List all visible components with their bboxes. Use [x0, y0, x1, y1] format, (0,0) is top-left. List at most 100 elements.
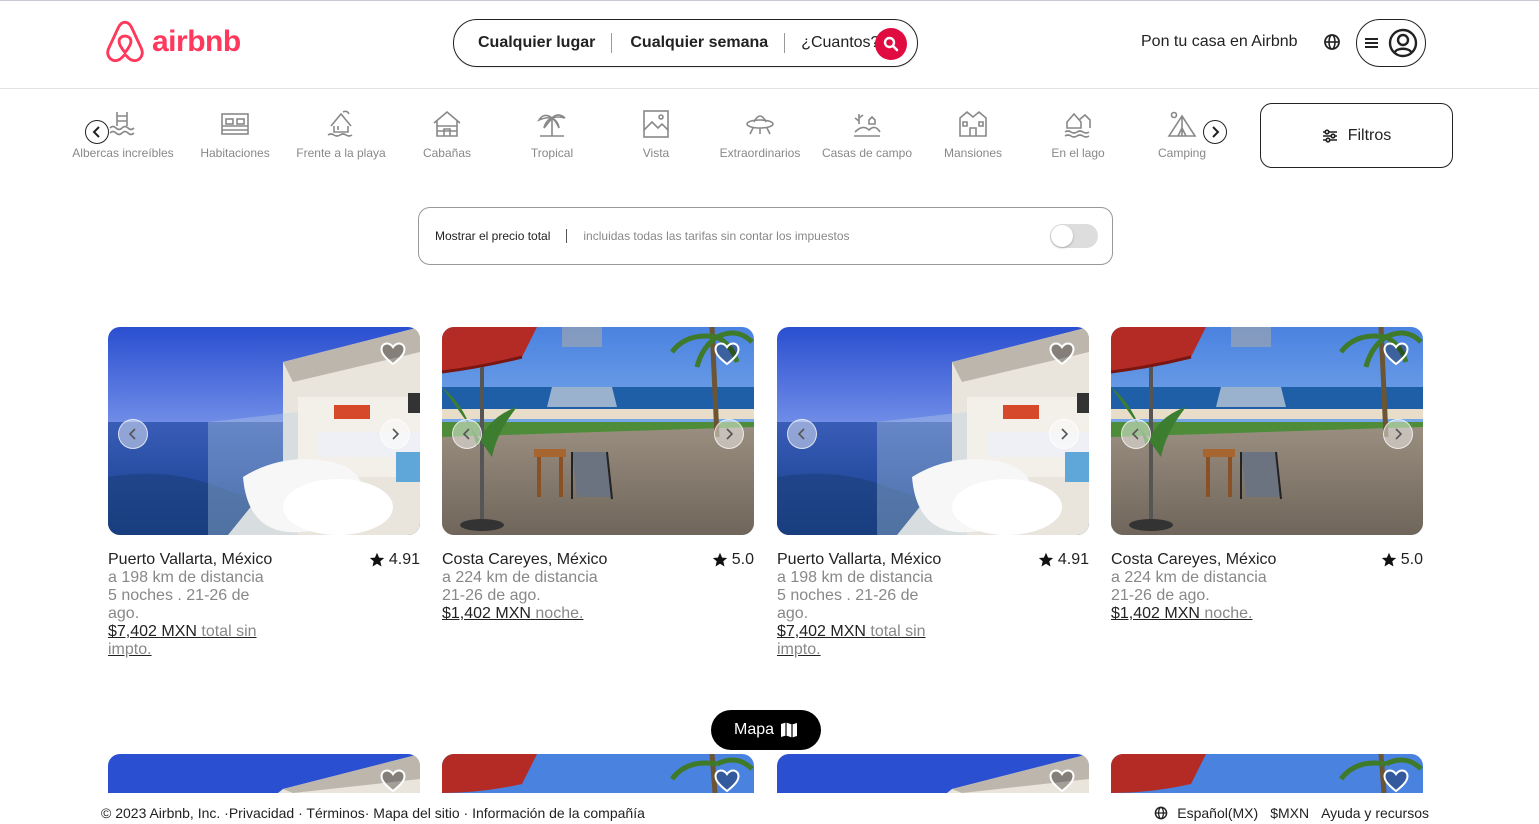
category-vista[interactable]: Vista: [600, 108, 712, 160]
listing-image-beach: [442, 754, 754, 793]
globe-icon: [1154, 806, 1168, 820]
globe-icon: [1324, 34, 1340, 50]
menu-icon: [1365, 38, 1378, 48]
photo-next-button[interactable]: [1049, 419, 1079, 449]
listing-card[interactable]: Puerto Vallarta, México 4.91 a 198 km de…: [108, 327, 420, 659]
category-tropical[interactable]: Tropical: [496, 108, 608, 160]
category-bar: Albercas increíbles Habitaciones Frente …: [60, 104, 1230, 164]
category-next-button[interactable]: [1203, 120, 1227, 144]
chevron-right-icon: [1395, 428, 1403, 440]
listing-card-partial[interactable]: [777, 754, 1089, 793]
category-lago[interactable]: En el lago: [1022, 108, 1134, 160]
category-mansiones[interactable]: Mansiones: [917, 108, 1029, 160]
photo-prev-button[interactable]: [452, 419, 482, 449]
rating-value: 4.91: [1057, 551, 1089, 568]
host-link[interactable]: Pon tu casa en Airbnb: [1141, 33, 1298, 51]
star-icon: [369, 552, 385, 567]
category-label: Frente a la playa: [296, 146, 386, 160]
listing-location: Puerto Vallarta, México: [777, 551, 942, 568]
listing-distance: a 224 km de distancia: [1111, 569, 1267, 586]
listing-dates: 21-26 de ago.: [442, 587, 541, 604]
listing-price[interactable]: $7,402 MXN total sin impto.: [108, 623, 278, 659]
listing-card[interactable]: Puerto Vallarta, México 4.91 a 198 km de…: [777, 327, 1089, 659]
heart-icon: [1383, 342, 1409, 366]
photo-next-button[interactable]: [714, 419, 744, 449]
category-playa[interactable]: Frente a la playa: [285, 108, 397, 160]
listing-price[interactable]: $1,402 MXN noche.: [1111, 605, 1281, 623]
favorite-button[interactable]: [1383, 342, 1409, 371]
listing-card-partial[interactable]: [442, 754, 754, 793]
category-label: Extraordinarios: [719, 146, 801, 160]
bed-icon: [221, 113, 249, 135]
favorite-button[interactable]: [1049, 769, 1075, 793]
palm-icon: [536, 114, 566, 137]
chevron-left-icon: [797, 428, 805, 440]
photo-next-button[interactable]: [380, 419, 410, 449]
favorite-button[interactable]: [714, 769, 740, 793]
favorite-button[interactable]: [380, 342, 406, 371]
listing-price[interactable]: $7,402 MXN total sin impto.: [777, 623, 947, 659]
footer-language[interactable]: Español(MX): [1153, 805, 1258, 821]
lake-icon: [1064, 112, 1091, 138]
photo-prev-button[interactable]: [118, 419, 148, 449]
favorite-button[interactable]: [1383, 769, 1409, 793]
brand-name: airbnb: [152, 25, 241, 58]
filters-button[interactable]: Filtros: [1260, 103, 1453, 168]
listing-photo[interactable]: [108, 327, 420, 535]
listing-location: Costa Careyes, México: [1111, 551, 1277, 568]
airbnb-logo[interactable]: airbnb: [104, 19, 241, 65]
category-label: Mansiones: [943, 146, 1003, 160]
listing-photo[interactable]: [777, 327, 1089, 535]
footer-currency[interactable]: $MXN: [1270, 805, 1309, 821]
category-label: Vista: [642, 146, 670, 160]
listing-card[interactable]: Costa Careyes, México 5.0 a 224 km de di…: [1111, 327, 1423, 623]
listing-image-beach: [1111, 327, 1423, 535]
listing-rating: 5.0: [1381, 551, 1423, 569]
star-icon: [1038, 552, 1054, 567]
search-when[interactable]: Cualquier semana: [628, 34, 784, 52]
listing-photo[interactable]: [1111, 327, 1423, 535]
listing-card-partial[interactable]: [108, 754, 420, 793]
search-button[interactable]: [875, 28, 907, 60]
search-bar[interactable]: Cualquier lugar Cualquier semana ¿Cuanto…: [453, 19, 918, 67]
user-menu-button[interactable]: [1356, 19, 1426, 67]
favorite-button[interactable]: [714, 342, 740, 371]
listing-rating: 5.0: [712, 551, 754, 569]
photo-prev-button[interactable]: [787, 419, 817, 449]
heart-icon: [1049, 769, 1075, 793]
footer-help[interactable]: Ayuda y recursos: [1321, 805, 1429, 821]
listing-photo[interactable]: [442, 327, 754, 535]
language-button[interactable]: [1322, 32, 1342, 52]
category-prev-button[interactable]: [85, 120, 109, 144]
map-button[interactable]: Mapa: [711, 710, 821, 750]
category-habitaciones[interactable]: Habitaciones: [179, 108, 291, 160]
listing-price[interactable]: $1,402 MXN noche.: [442, 605, 612, 623]
listing-card[interactable]: Costa Careyes, México 5.0 a 224 km de di…: [442, 327, 754, 623]
favorite-button[interactable]: [380, 769, 406, 793]
search-where[interactable]: Cualquier lugar: [476, 34, 611, 52]
listing-rating: 4.91: [1038, 551, 1089, 569]
category-campo[interactable]: Casas de campo: [811, 108, 923, 160]
category-albercas[interactable]: Albercas increíbles: [67, 108, 179, 160]
total-price-switch[interactable]: [1050, 224, 1098, 248]
photo-next-button[interactable]: [1383, 419, 1413, 449]
photo-prev-button[interactable]: [1121, 419, 1151, 449]
listing-image-sunset: [108, 754, 420, 793]
category-cabanas[interactable]: Cabañas: [391, 108, 503, 160]
rating-value: 4.91: [388, 551, 420, 568]
chevron-left-icon: [462, 428, 470, 440]
listing-card-partial[interactable]: [1111, 754, 1423, 793]
switch-knob: [1051, 225, 1073, 247]
favorite-button[interactable]: [1049, 342, 1075, 371]
listing-info: Puerto Vallarta, México 4.91 a 198 km de…: [777, 551, 1089, 659]
category-extraordinarios[interactable]: Extraordinarios: [704, 108, 816, 160]
countryside-icon: [854, 114, 881, 137]
price-suffix: noche.: [535, 605, 584, 622]
filters-label: Filtros: [1347, 126, 1392, 144]
listing-info: Costa Careyes, México 5.0 a 224 km de di…: [1111, 551, 1423, 623]
language-label: Español(MX): [1177, 805, 1259, 821]
total-price-label: Mostrar el precio total: [435, 229, 551, 243]
search-who[interactable]: ¿Cuantos?: [801, 34, 879, 52]
footer-links[interactable]: © 2023 Airbnb, Inc. ·Privacidad · Términ…: [101, 805, 645, 821]
airbnb-logo-icon: [106, 20, 144, 63]
